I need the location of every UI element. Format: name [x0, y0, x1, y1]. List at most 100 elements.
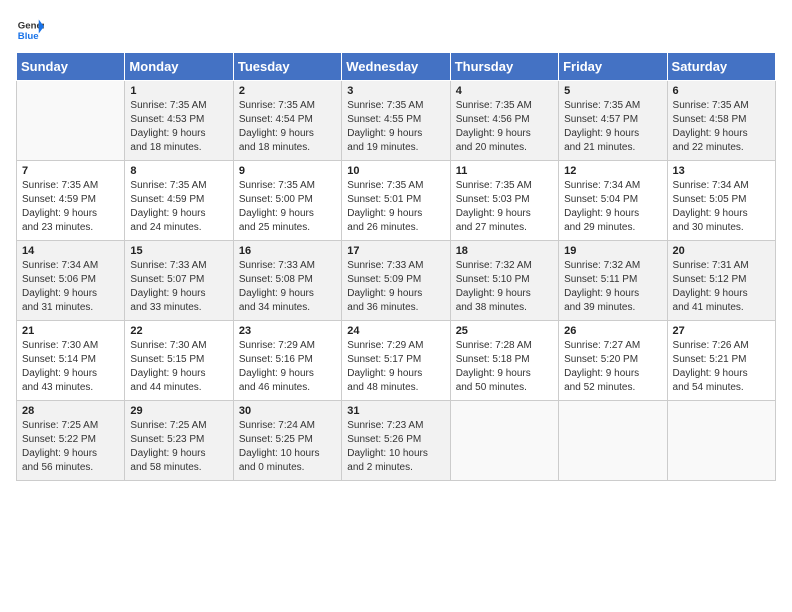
day-number: 9 [239, 165, 336, 177]
day-number: 25 [456, 325, 553, 337]
day-info: Sunrise: 7:35 AMSunset: 4:56 PMDaylight:… [456, 99, 553, 155]
day-info: Sunrise: 7:33 AMSunset: 5:09 PMDaylight:… [347, 259, 444, 315]
day-number: 10 [347, 165, 444, 177]
calendar-cell: 8 Sunrise: 7:35 AMSunset: 4:59 PMDaylight… [125, 161, 233, 241]
day-info: Sunrise: 7:31 AMSunset: 5:12 PMDaylight:… [673, 259, 770, 315]
calendar-cell: 18 Sunrise: 7:32 AMSunset: 5:10 PMDayligh… [450, 241, 558, 321]
day-number: 13 [673, 165, 770, 177]
calendar-cell: 3 Sunrise: 7:35 AMSunset: 4:55 PMDaylight… [342, 81, 450, 161]
day-info: Sunrise: 7:25 AMSunset: 5:23 PMDaylight:… [130, 419, 227, 475]
day-info: Sunrise: 7:35 AMSunset: 4:58 PMDaylight:… [673, 99, 770, 155]
day-number: 26 [564, 325, 661, 337]
calendar-cell: 21 Sunrise: 7:30 AMSunset: 5:14 PMDayligh… [17, 321, 125, 401]
column-header-friday: Friday [559, 53, 667, 81]
day-info: Sunrise: 7:35 AMSunset: 4:54 PMDaylight:… [239, 99, 336, 155]
calendar-cell: 28 Sunrise: 7:25 AMSunset: 5:22 PMDayligh… [17, 401, 125, 481]
calendar-cell: 2 Sunrise: 7:35 AMSunset: 4:54 PMDaylight… [233, 81, 341, 161]
calendar-cell: 22 Sunrise: 7:30 AMSunset: 5:15 PMDayligh… [125, 321, 233, 401]
day-info: Sunrise: 7:35 AMSunset: 4:53 PMDaylight:… [130, 99, 227, 155]
day-info: Sunrise: 7:35 AMSunset: 4:57 PMDaylight:… [564, 99, 661, 155]
day-info: Sunrise: 7:32 AMSunset: 5:10 PMDaylight:… [456, 259, 553, 315]
day-info: Sunrise: 7:33 AMSunset: 5:07 PMDaylight:… [130, 259, 227, 315]
calendar-cell: 25 Sunrise: 7:28 AMSunset: 5:18 PMDayligh… [450, 321, 558, 401]
day-number: 29 [130, 405, 227, 417]
day-info: Sunrise: 7:34 AMSunset: 5:04 PMDaylight:… [564, 179, 661, 235]
day-info: Sunrise: 7:34 AMSunset: 5:05 PMDaylight:… [673, 179, 770, 235]
calendar-cell: 6 Sunrise: 7:35 AMSunset: 4:58 PMDaylight… [667, 81, 775, 161]
calendar-cell: 16 Sunrise: 7:33 AMSunset: 5:08 PMDayligh… [233, 241, 341, 321]
day-info: Sunrise: 7:26 AMSunset: 5:21 PMDaylight:… [673, 339, 770, 395]
day-number: 31 [347, 405, 444, 417]
day-number: 3 [347, 85, 444, 97]
day-number: 14 [22, 245, 119, 257]
day-number: 12 [564, 165, 661, 177]
day-info: Sunrise: 7:23 AMSunset: 5:26 PMDaylight:… [347, 419, 444, 475]
day-number: 16 [239, 245, 336, 257]
day-info: Sunrise: 7:35 AMSunset: 5:00 PMDaylight:… [239, 179, 336, 235]
day-number: 11 [456, 165, 553, 177]
header: General Blue [16, 16, 776, 44]
day-number: 18 [456, 245, 553, 257]
day-number: 5 [564, 85, 661, 97]
calendar-cell: 24Sunrise: 7:29 AMSunset: 5:17 PMDayligh… [342, 321, 450, 401]
calendar-cell: 4Sunrise: 7:35 AMSunset: 4:56 PMDaylight… [450, 81, 558, 161]
week-row-4: 21 Sunrise: 7:30 AMSunset: 5:14 PMDayligh… [17, 321, 776, 401]
calendar-cell: 31 Sunrise: 7:23 AMSunset: 5:26 PMDayligh… [342, 401, 450, 481]
day-info: Sunrise: 7:35 AMSunset: 5:01 PMDaylight:… [347, 179, 444, 235]
calendar-cell: 5 Sunrise: 7:35 AMSunset: 4:57 PMDaylight… [559, 81, 667, 161]
calendar-cell: 20 Sunrise: 7:31 AMSunset: 5:12 PMDayligh… [667, 241, 775, 321]
calendar-cell: 15 Sunrise: 7:33 AMSunset: 5:07 PMDayligh… [125, 241, 233, 321]
day-info: Sunrise: 7:35 AMSunset: 5:03 PMDaylight:… [456, 179, 553, 235]
days-header-row: SundayMondayTuesdayWednesdayThursdayFrid… [17, 53, 776, 81]
column-header-sunday: Sunday [17, 53, 125, 81]
week-row-3: 14 Sunrise: 7:34 AMSunset: 5:06 PMDayligh… [17, 241, 776, 321]
day-number: 20 [673, 245, 770, 257]
day-number: 30 [239, 405, 336, 417]
week-row-2: 7Sunrise: 7:35 AMSunset: 4:59 PMDaylight… [17, 161, 776, 241]
day-info: Sunrise: 7:30 AMSunset: 5:14 PMDaylight:… [22, 339, 119, 395]
day-info: Sunrise: 7:29 AMSunset: 5:17 PMDaylight:… [347, 339, 444, 395]
day-number: 6 [673, 85, 770, 97]
day-number: 8 [130, 165, 227, 177]
day-info: Sunrise: 7:33 AMSunset: 5:08 PMDaylight:… [239, 259, 336, 315]
day-number: 28 [22, 405, 119, 417]
day-info: Sunrise: 7:34 AMSunset: 5:06 PMDaylight:… [22, 259, 119, 315]
week-row-1: 1 Sunrise: 7:35 AMSunset: 4:53 PMDaylight… [17, 81, 776, 161]
day-number: 21 [22, 325, 119, 337]
calendar-cell: 19Sunrise: 7:32 AMSunset: 5:11 PMDayligh… [559, 241, 667, 321]
day-info: Sunrise: 7:24 AMSunset: 5:25 PMDaylight:… [239, 419, 336, 475]
day-info: Sunrise: 7:28 AMSunset: 5:18 PMDaylight:… [456, 339, 553, 395]
day-info: Sunrise: 7:29 AMSunset: 5:16 PMDaylight:… [239, 339, 336, 395]
column-header-tuesday: Tuesday [233, 53, 341, 81]
day-info: Sunrise: 7:25 AMSunset: 5:22 PMDaylight:… [22, 419, 119, 475]
day-info: Sunrise: 7:35 AMSunset: 4:55 PMDaylight:… [347, 99, 444, 155]
calendar-cell: 14 Sunrise: 7:34 AMSunset: 5:06 PMDayligh… [17, 241, 125, 321]
day-number: 1 [130, 85, 227, 97]
day-number: 23 [239, 325, 336, 337]
week-row-5: 28 Sunrise: 7:25 AMSunset: 5:22 PMDayligh… [17, 401, 776, 481]
calendar-cell: 9 Sunrise: 7:35 AMSunset: 5:00 PMDaylight… [233, 161, 341, 241]
calendar-cell: 1 Sunrise: 7:35 AMSunset: 4:53 PMDaylight… [125, 81, 233, 161]
svg-text:Blue: Blue [18, 31, 39, 42]
day-info: Sunrise: 7:30 AMSunset: 5:15 PMDaylight:… [130, 339, 227, 395]
calendar-cell [17, 81, 125, 161]
calendar-cell: 29 Sunrise: 7:25 AMSunset: 5:23 PMDayligh… [125, 401, 233, 481]
calendar-cell: 26 Sunrise: 7:27 AMSunset: 5:20 PMDayligh… [559, 321, 667, 401]
day-info: Sunrise: 7:35 AMSunset: 4:59 PMDaylight:… [130, 179, 227, 235]
column-header-saturday: Saturday [667, 53, 775, 81]
day-number: 19 [564, 245, 661, 257]
calendar-cell: 17Sunrise: 7:33 AMSunset: 5:09 PMDayligh… [342, 241, 450, 321]
calendar-cell: 13 Sunrise: 7:34 AMSunset: 5:05 PMDayligh… [667, 161, 775, 241]
column-header-monday: Monday [125, 53, 233, 81]
logo: General Blue [16, 16, 44, 44]
calendar-cell [450, 401, 558, 481]
calendar-cell: 11 Sunrise: 7:35 AMSunset: 5:03 PMDayligh… [450, 161, 558, 241]
calendar-cell: 30 Sunrise: 7:24 AMSunset: 5:25 PMDayligh… [233, 401, 341, 481]
day-info: Sunrise: 7:27 AMSunset: 5:20 PMDaylight:… [564, 339, 661, 395]
calendar-cell: 27Sunrise: 7:26 AMSunset: 5:21 PMDayligh… [667, 321, 775, 401]
day-number: 15 [130, 245, 227, 257]
day-number: 22 [130, 325, 227, 337]
column-header-thursday: Thursday [450, 53, 558, 81]
day-number: 2 [239, 85, 336, 97]
day-info: Sunrise: 7:35 AMSunset: 4:59 PMDaylight:… [22, 179, 119, 235]
